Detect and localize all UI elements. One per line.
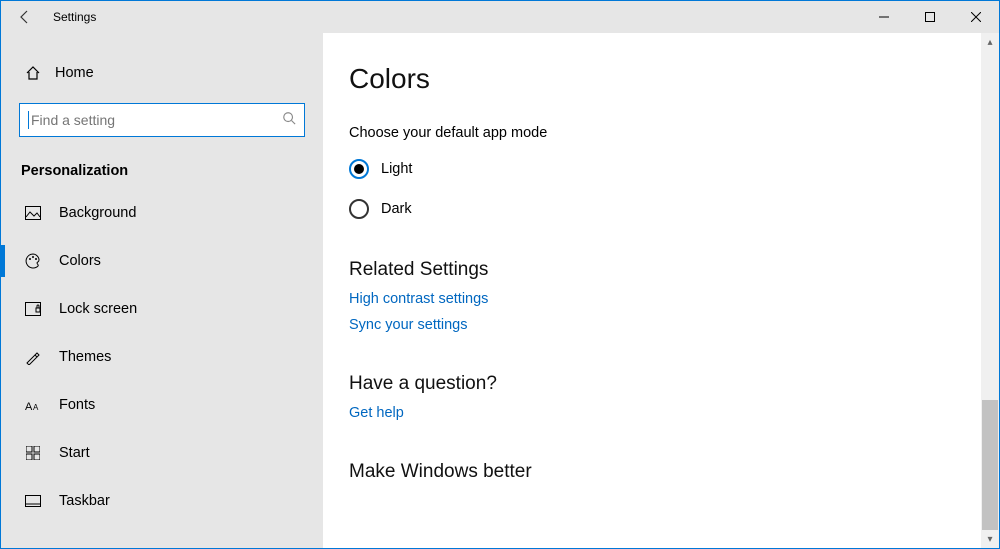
taskbar-icon (23, 495, 43, 507)
sidebar-item-label: Fonts (59, 397, 95, 413)
titlebar: Settings (1, 1, 999, 33)
scrollbar[interactable]: ▴ ▾ (981, 33, 999, 548)
home-label: Home (55, 65, 94, 81)
sidebar-item-label: Start (59, 445, 90, 461)
link-get-help[interactable]: Get help (349, 405, 981, 421)
sidebar-item-label: Lock screen (59, 301, 137, 317)
close-button[interactable] (953, 1, 999, 33)
radio-icon (349, 199, 369, 219)
make-better-heading: Make Windows better (349, 461, 981, 483)
sidebar: Home Personalization Background Colors L… (1, 33, 323, 548)
maximize-button[interactable] (907, 1, 953, 33)
main-content: Colors Choose your default app mode Ligh… (323, 33, 999, 548)
sidebar-item-label: Colors (59, 253, 101, 269)
search-box[interactable] (19, 103, 305, 137)
radio-dark[interactable]: Dark (349, 199, 981, 219)
text-cursor (28, 111, 29, 129)
sidebar-item-label: Taskbar (59, 493, 110, 509)
radio-label: Dark (381, 201, 412, 217)
radio-label: Light (381, 161, 412, 177)
category-title: Personalization (21, 163, 323, 179)
radio-icon (349, 159, 369, 179)
scroll-up-button[interactable]: ▴ (981, 33, 999, 51)
link-sync-settings[interactable]: Sync your settings (349, 317, 981, 333)
page-title: Colors (349, 63, 981, 95)
themes-icon (23, 349, 43, 365)
picture-icon (23, 206, 43, 220)
sidebar-item-colors[interactable]: Colors (1, 237, 323, 285)
related-settings-heading: Related Settings (349, 259, 981, 281)
sidebar-item-label: Themes (59, 349, 111, 365)
home-icon (23, 65, 43, 81)
app-mode-label: Choose your default app mode (349, 125, 981, 141)
minimize-button[interactable] (861, 1, 907, 33)
sidebar-item-fonts[interactable]: AA Fonts (1, 381, 323, 429)
search-input[interactable] (31, 112, 282, 128)
start-icon (23, 446, 43, 460)
sidebar-item-label: Background (59, 205, 136, 221)
sidebar-item-themes[interactable]: Themes (1, 333, 323, 381)
link-high-contrast[interactable]: High contrast settings (349, 291, 981, 307)
palette-icon (23, 253, 43, 269)
back-button[interactable] (1, 1, 49, 33)
radio-light[interactable]: Light (349, 159, 981, 179)
sidebar-item-taskbar[interactable]: Taskbar (1, 477, 323, 525)
search-icon (282, 111, 296, 130)
sidebar-item-lock-screen[interactable]: Lock screen (1, 285, 323, 333)
home-button[interactable]: Home (1, 55, 323, 91)
fonts-icon: AA (23, 398, 43, 412)
svg-text:A: A (25, 401, 33, 412)
scroll-down-button[interactable]: ▾ (981, 530, 999, 548)
question-heading: Have a question? (349, 373, 981, 395)
window-title: Settings (53, 10, 96, 24)
scroll-thumb[interactable] (982, 400, 998, 530)
sidebar-item-start[interactable]: Start (1, 429, 323, 477)
svg-text:A: A (33, 403, 39, 412)
lock-screen-icon (23, 302, 43, 316)
sidebar-item-background[interactable]: Background (1, 189, 323, 237)
scroll-track[interactable] (981, 51, 999, 530)
